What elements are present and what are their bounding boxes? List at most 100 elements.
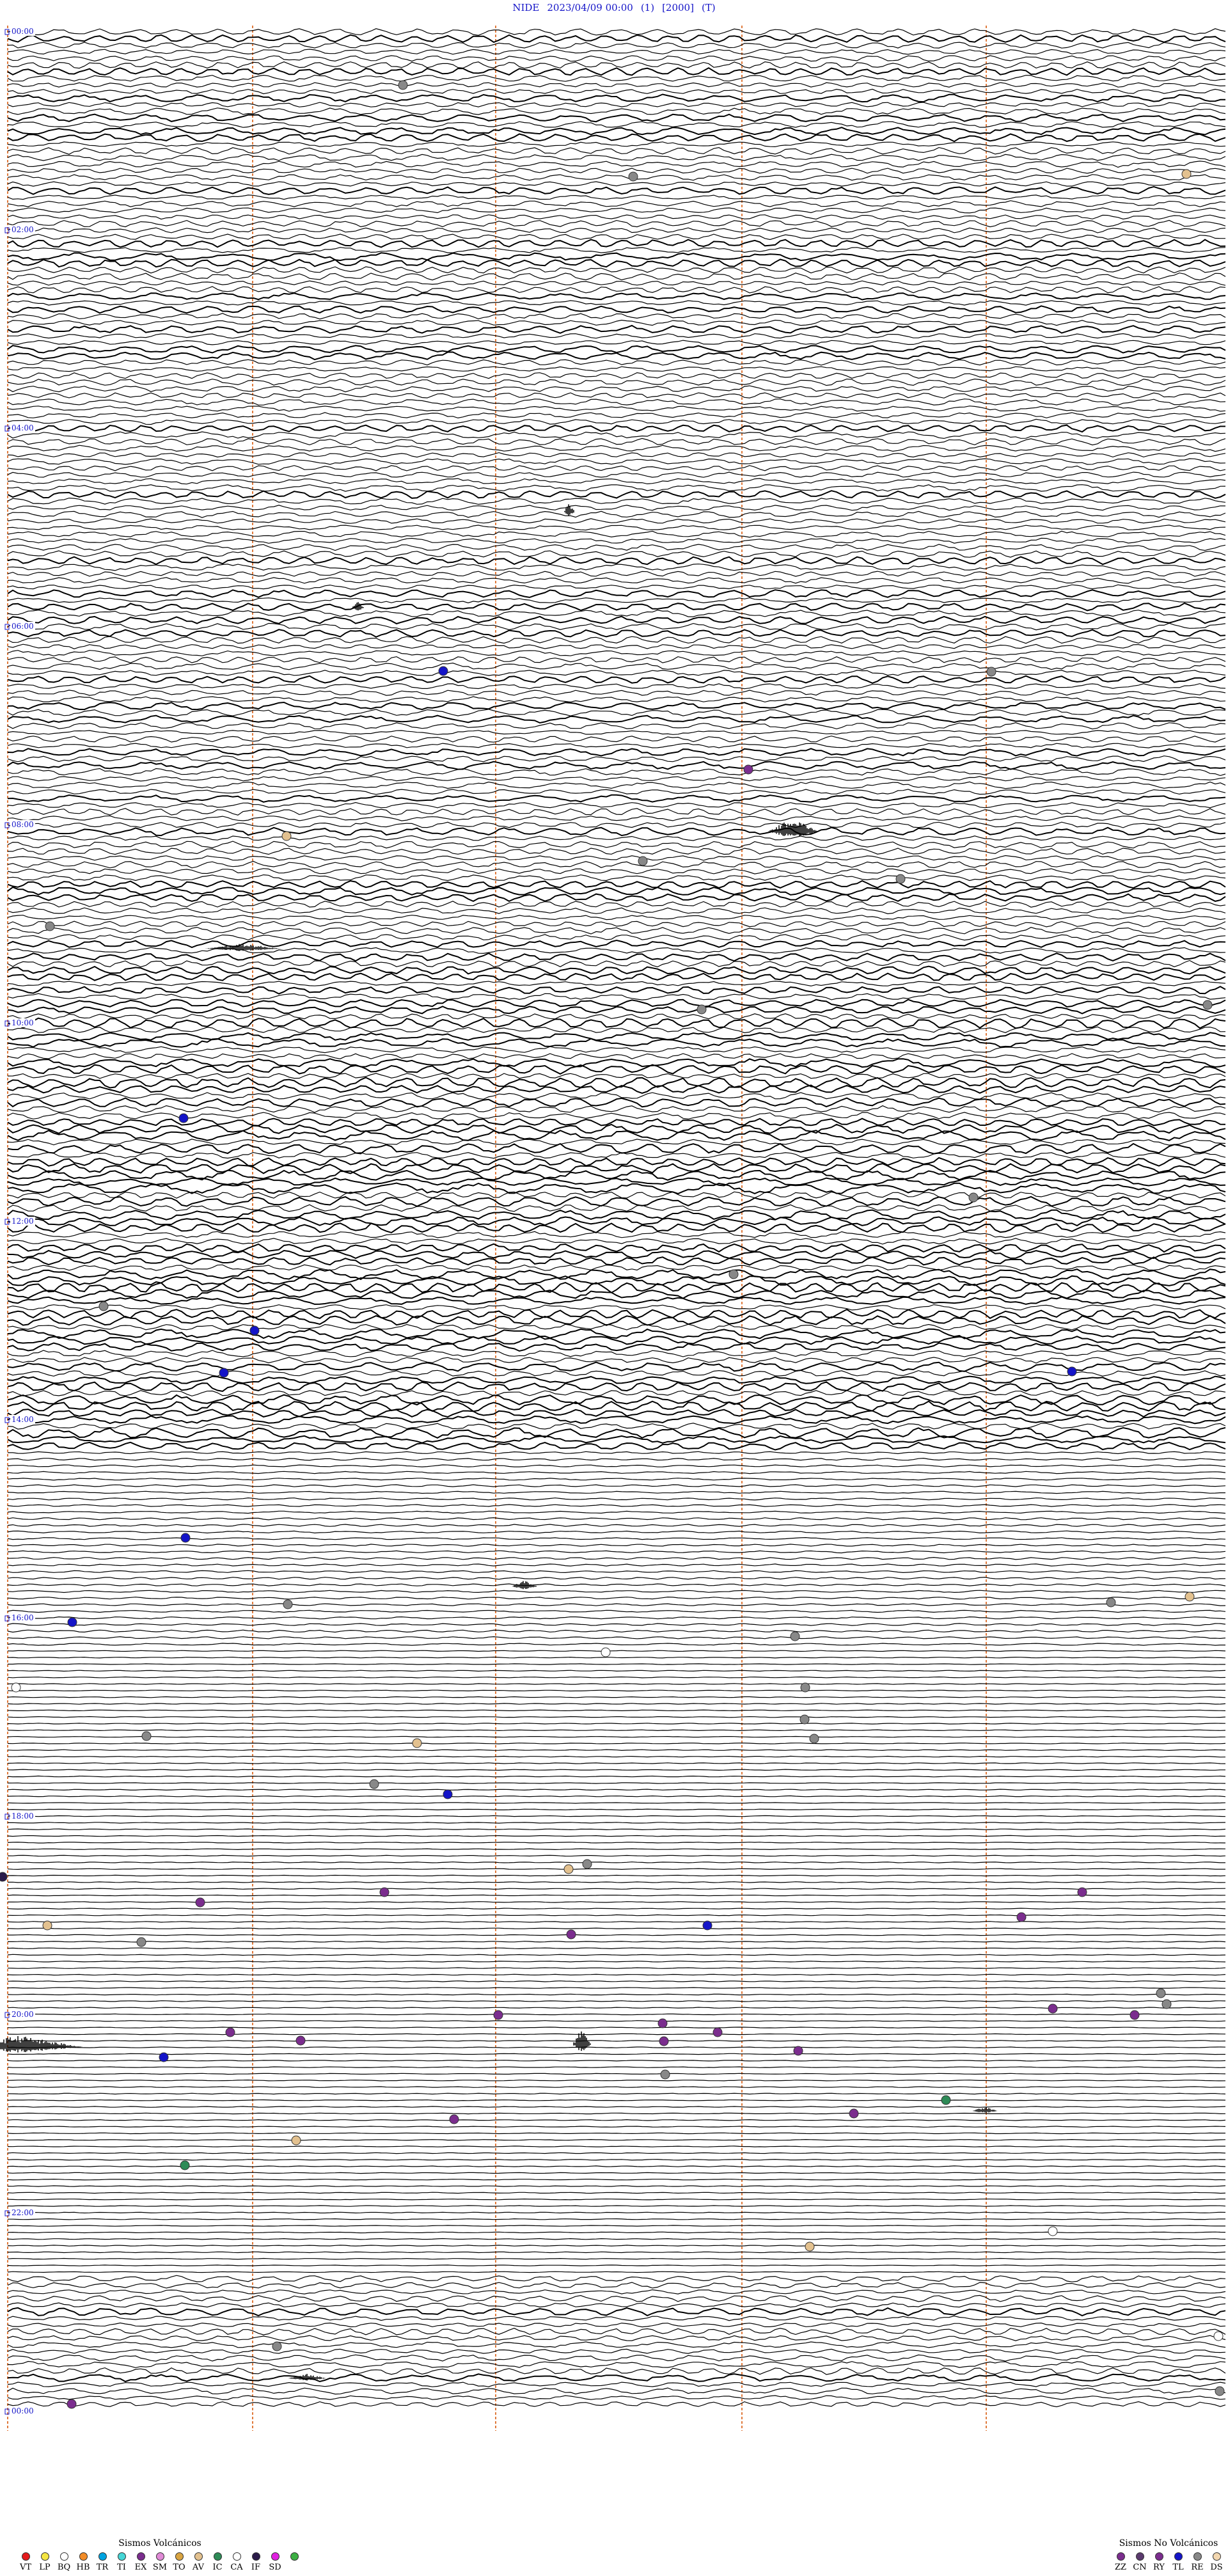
event-marker-icon <box>1161 1999 1172 2009</box>
legend-non-volcanic: Sismos No Volcánicos ZZ CN RY TL RE DS <box>1113 2538 1224 2572</box>
seismic-trace <box>7 1961 1226 1963</box>
seismic-trace <box>7 1077 1226 1089</box>
seismic-trace <box>7 233 1225 241</box>
seismic-trace <box>7 550 1226 558</box>
seismic-trace <box>7 670 1226 677</box>
seismic-trace <box>7 424 1225 433</box>
seismic-trace <box>7 1789 1226 1791</box>
seismic-trace <box>7 1105 1226 1113</box>
seismic-trace <box>7 1755 1226 1758</box>
event-marker-icon <box>159 2052 169 2062</box>
legend-volcanic-item: SD <box>267 2552 283 2572</box>
seismic-trace <box>7 2395 1226 2401</box>
seismic-trace <box>7 431 1226 439</box>
event-marker-icon <box>1202 1000 1213 1010</box>
seismic-trace <box>7 1629 1226 1633</box>
seismic-trace <box>7 1478 1226 1481</box>
event-marker-icon <box>809 1734 819 1744</box>
event-marker-icon <box>249 1325 260 1336</box>
event-marker-icon <box>1130 2010 1140 2020</box>
seismic-trace <box>7 1032 1226 1041</box>
seismic-trace <box>7 2264 1226 2266</box>
seismic-trace <box>7 1370 1226 1377</box>
seismic-trace <box>7 926 1226 935</box>
seismic-trace <box>7 2282 1226 2289</box>
legend-non-volcanic-item: DS <box>1209 2552 1224 2572</box>
seismic-trace <box>7 1026 1226 1034</box>
seismic-trace <box>7 319 1226 326</box>
seismic-trace <box>7 1046 1226 1054</box>
seismic-trace <box>7 981 1226 987</box>
legend-code: ZZ <box>1114 2563 1127 2572</box>
seismic-trace <box>7 345 1226 354</box>
legend-volcanic-item: IF <box>248 2552 264 2572</box>
event-marker-icon <box>379 1887 390 1897</box>
seismic-trace <box>7 1328 1226 1339</box>
seismic-trace <box>7 1357 1226 1364</box>
seismic-trace <box>7 1563 1226 1567</box>
seismic-trace <box>7 1268 1226 1281</box>
seismic-trace <box>7 993 1226 1000</box>
seismic-trace <box>7 2178 1226 2181</box>
seismic-trace <box>7 61 1226 69</box>
seismic-trace <box>7 227 1226 233</box>
event-marker-icon <box>178 1113 189 1123</box>
legend-non-volcanic-title: Sismos No Volcánicos <box>1119 2538 1218 2548</box>
event-marker-icon <box>438 666 448 676</box>
event-marker-icon <box>412 1738 422 1748</box>
legend-dot-icon <box>98 2552 107 2561</box>
hour-label: 02:00 <box>10 225 35 234</box>
seismic-trace <box>7 1324 1226 1331</box>
seismic-trace <box>7 1537 1226 1540</box>
seismic-trace <box>7 794 1226 803</box>
seismic-trace <box>7 127 1226 136</box>
seismic-trace <box>7 1609 1226 1613</box>
hour-label: 00:00 <box>10 2406 35 2415</box>
event-marker-icon <box>702 1920 712 1931</box>
seismic-trace <box>7 458 1226 465</box>
seismic-trace <box>7 1888 1226 1890</box>
legend-non-volcanic-item: TL <box>1170 2552 1186 2572</box>
seismic-trace <box>7 1222 1226 1234</box>
event-marker-icon <box>1181 169 1192 179</box>
seismic-trace <box>7 146 1226 155</box>
legend-dot-icon <box>117 2552 126 2561</box>
seismic-trace <box>7 675 1226 684</box>
seismic-trace <box>7 722 1226 730</box>
hour-label: 10:00 <box>10 1018 35 1027</box>
seismic-trace <box>7 1603 1226 1606</box>
legend-code: CN <box>1133 2563 1147 2572</box>
seismic-trace <box>7 1808 1226 1811</box>
event-marker-icon <box>67 1617 77 1627</box>
hour-label: 18:00 <box>10 1812 35 1821</box>
seismic-trace <box>7 650 1226 657</box>
legend-dot-icon <box>1212 2552 1221 2561</box>
seismic-trace <box>7 1017 1226 1029</box>
seismic-trace <box>7 636 1226 644</box>
seismic-trace <box>7 372 1226 379</box>
hour-label: 00:00 <box>10 27 35 36</box>
seismic-trace <box>7 1118 1226 1126</box>
legend-volcanic-item: TR <box>95 2552 110 2572</box>
seismic-trace <box>7 359 1226 366</box>
legend-code: RY <box>1153 2563 1165 2572</box>
seismic-trace <box>7 258 1226 268</box>
seismic-trace <box>7 1723 1226 1725</box>
seismic-trace <box>7 2007 1226 2009</box>
seismic-trace <box>7 2348 1226 2354</box>
seismic-trace <box>7 2000 1226 2002</box>
seismic-trace <box>7 351 1226 361</box>
event-marker-icon <box>180 2160 190 2170</box>
legend-volcanic-item: LP <box>37 2552 52 2572</box>
seismic-trace <box>7 2165 1226 2167</box>
legend-code: LP <box>39 2563 51 2572</box>
seismic-trace <box>7 174 1226 181</box>
seismic-trace <box>7 1256 1226 1266</box>
event-marker-icon <box>1048 2003 1058 2014</box>
seismic-trace <box>7 808 1226 816</box>
legend-volcanic-item: HB <box>75 2552 91 2572</box>
event-marker-icon <box>283 1599 293 1609</box>
event-marker-icon <box>1213 2331 1224 2341</box>
seismic-trace <box>7 313 1226 320</box>
event-marker-icon <box>136 1937 146 1947</box>
